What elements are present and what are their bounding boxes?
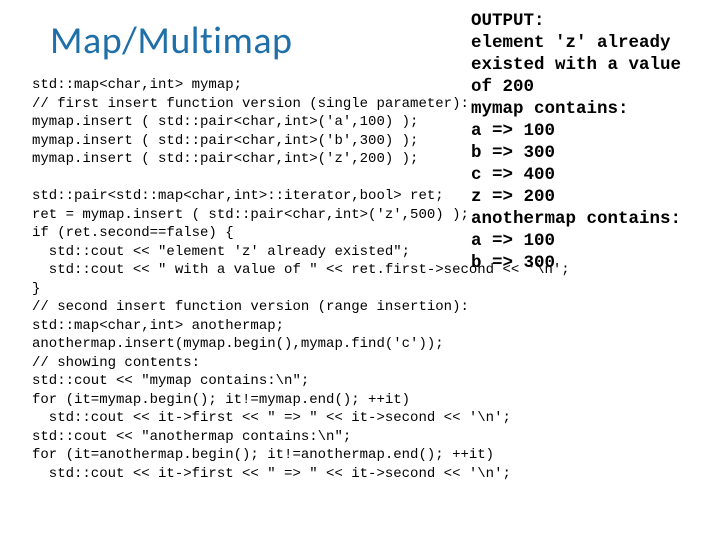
slide-title: Map/Multimap (50, 18, 292, 64)
code-block: std::map<char,int> mymap; // first inser… (32, 76, 462, 483)
slide: Map/Multimap std::map<char,int> mymap; /… (0, 0, 720, 540)
output-block: OUTPUT: element 'z' already existed with… (471, 10, 706, 274)
